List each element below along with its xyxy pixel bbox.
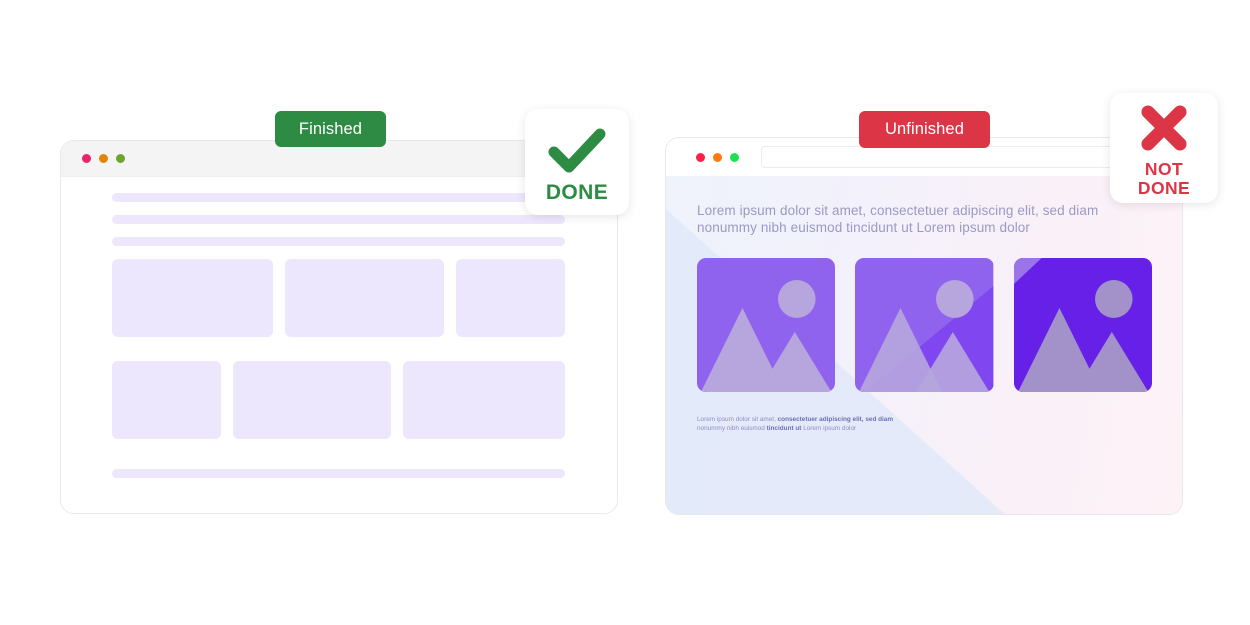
close-dot[interactable] <box>696 152 705 162</box>
unfinished-badge: Unfinished <box>859 111 990 148</box>
caption-bold-2: tincidunt ut <box>766 424 802 432</box>
skeleton-block-row-2 <box>112 361 565 439</box>
image-placeholder-1[interactable] <box>697 258 836 392</box>
unfinished-window-controls[interactable] <box>696 152 739 162</box>
close-dot[interactable] <box>82 154 91 163</box>
done-label: DONE <box>545 180 609 204</box>
caption-part-2: nonummy nibh euismod <box>697 424 767 432</box>
skeleton-block <box>233 361 391 439</box>
caption-part-3: Lorem ipsum dolor <box>801 424 857 432</box>
image-placeholder-3[interactable] <box>1013 258 1152 392</box>
not-done-label: NOT DONE <box>1138 160 1190 198</box>
finished-badge-label: Finished <box>298 119 363 138</box>
address-bar[interactable] <box>761 146 1164 168</box>
finished-badge: Finished <box>275 111 386 147</box>
cross-mark-icon <box>1136 102 1192 159</box>
unfinished-caption-text: Lorem ipsum dolor sit amet, consectetuer… <box>697 416 937 433</box>
finished-window-controls[interactable] <box>82 154 125 163</box>
skeleton-block <box>285 259 445 337</box>
minimize-dot[interactable] <box>713 152 722 162</box>
image-placeholder-2[interactable] <box>855 258 994 392</box>
check-mark-icon <box>546 126 608 179</box>
minimize-dot[interactable] <box>99 154 108 163</box>
caption-part-1: Lorem ipsum dolor sit amet, <box>697 416 778 423</box>
maximize-dot[interactable] <box>730 152 739 162</box>
caption-bold-1: consectetuer adipiscing elit, sed diam <box>777 416 894 423</box>
maximize-dot[interactable] <box>116 154 125 163</box>
skeleton-block <box>456 259 565 337</box>
unfinished-content-inner: Lorem ipsum dolor sit amet, consectetuer… <box>666 176 1182 433</box>
not-done-label-line-1: NOT <box>1144 159 1184 179</box>
comparison-stage: Finished DONE Lorem ipsum dolor sit amet… <box>0 0 1250 625</box>
skeleton-block-row-1 <box>112 259 565 337</box>
skeleton-block <box>402 361 565 439</box>
finished-window-content <box>61 177 617 513</box>
not-done-label-line-2: DONE <box>1137 178 1191 198</box>
skeleton-text-bar <box>112 215 565 224</box>
unfinished-heading-text: Lorem ipsum dolor sit amet, consectetuer… <box>697 203 1099 235</box>
unfinished-window-content: Lorem ipsum dolor sit amet, consectetuer… <box>666 176 1182 514</box>
done-status-card: DONE <box>525 109 629 215</box>
skeleton-text-bar <box>112 193 565 202</box>
thumbnail-row <box>697 258 1152 392</box>
skeleton-block <box>112 361 222 439</box>
not-done-status-card: NOT DONE <box>1110 93 1218 203</box>
skeleton-footer-bar <box>112 469 565 478</box>
skeleton-block <box>112 259 274 337</box>
unfinished-browser-window: Lorem ipsum dolor sit amet, consectetuer… <box>665 137 1183 515</box>
unfinished-badge-label: Unfinished <box>885 120 964 138</box>
skeleton-text-bar <box>112 237 565 246</box>
